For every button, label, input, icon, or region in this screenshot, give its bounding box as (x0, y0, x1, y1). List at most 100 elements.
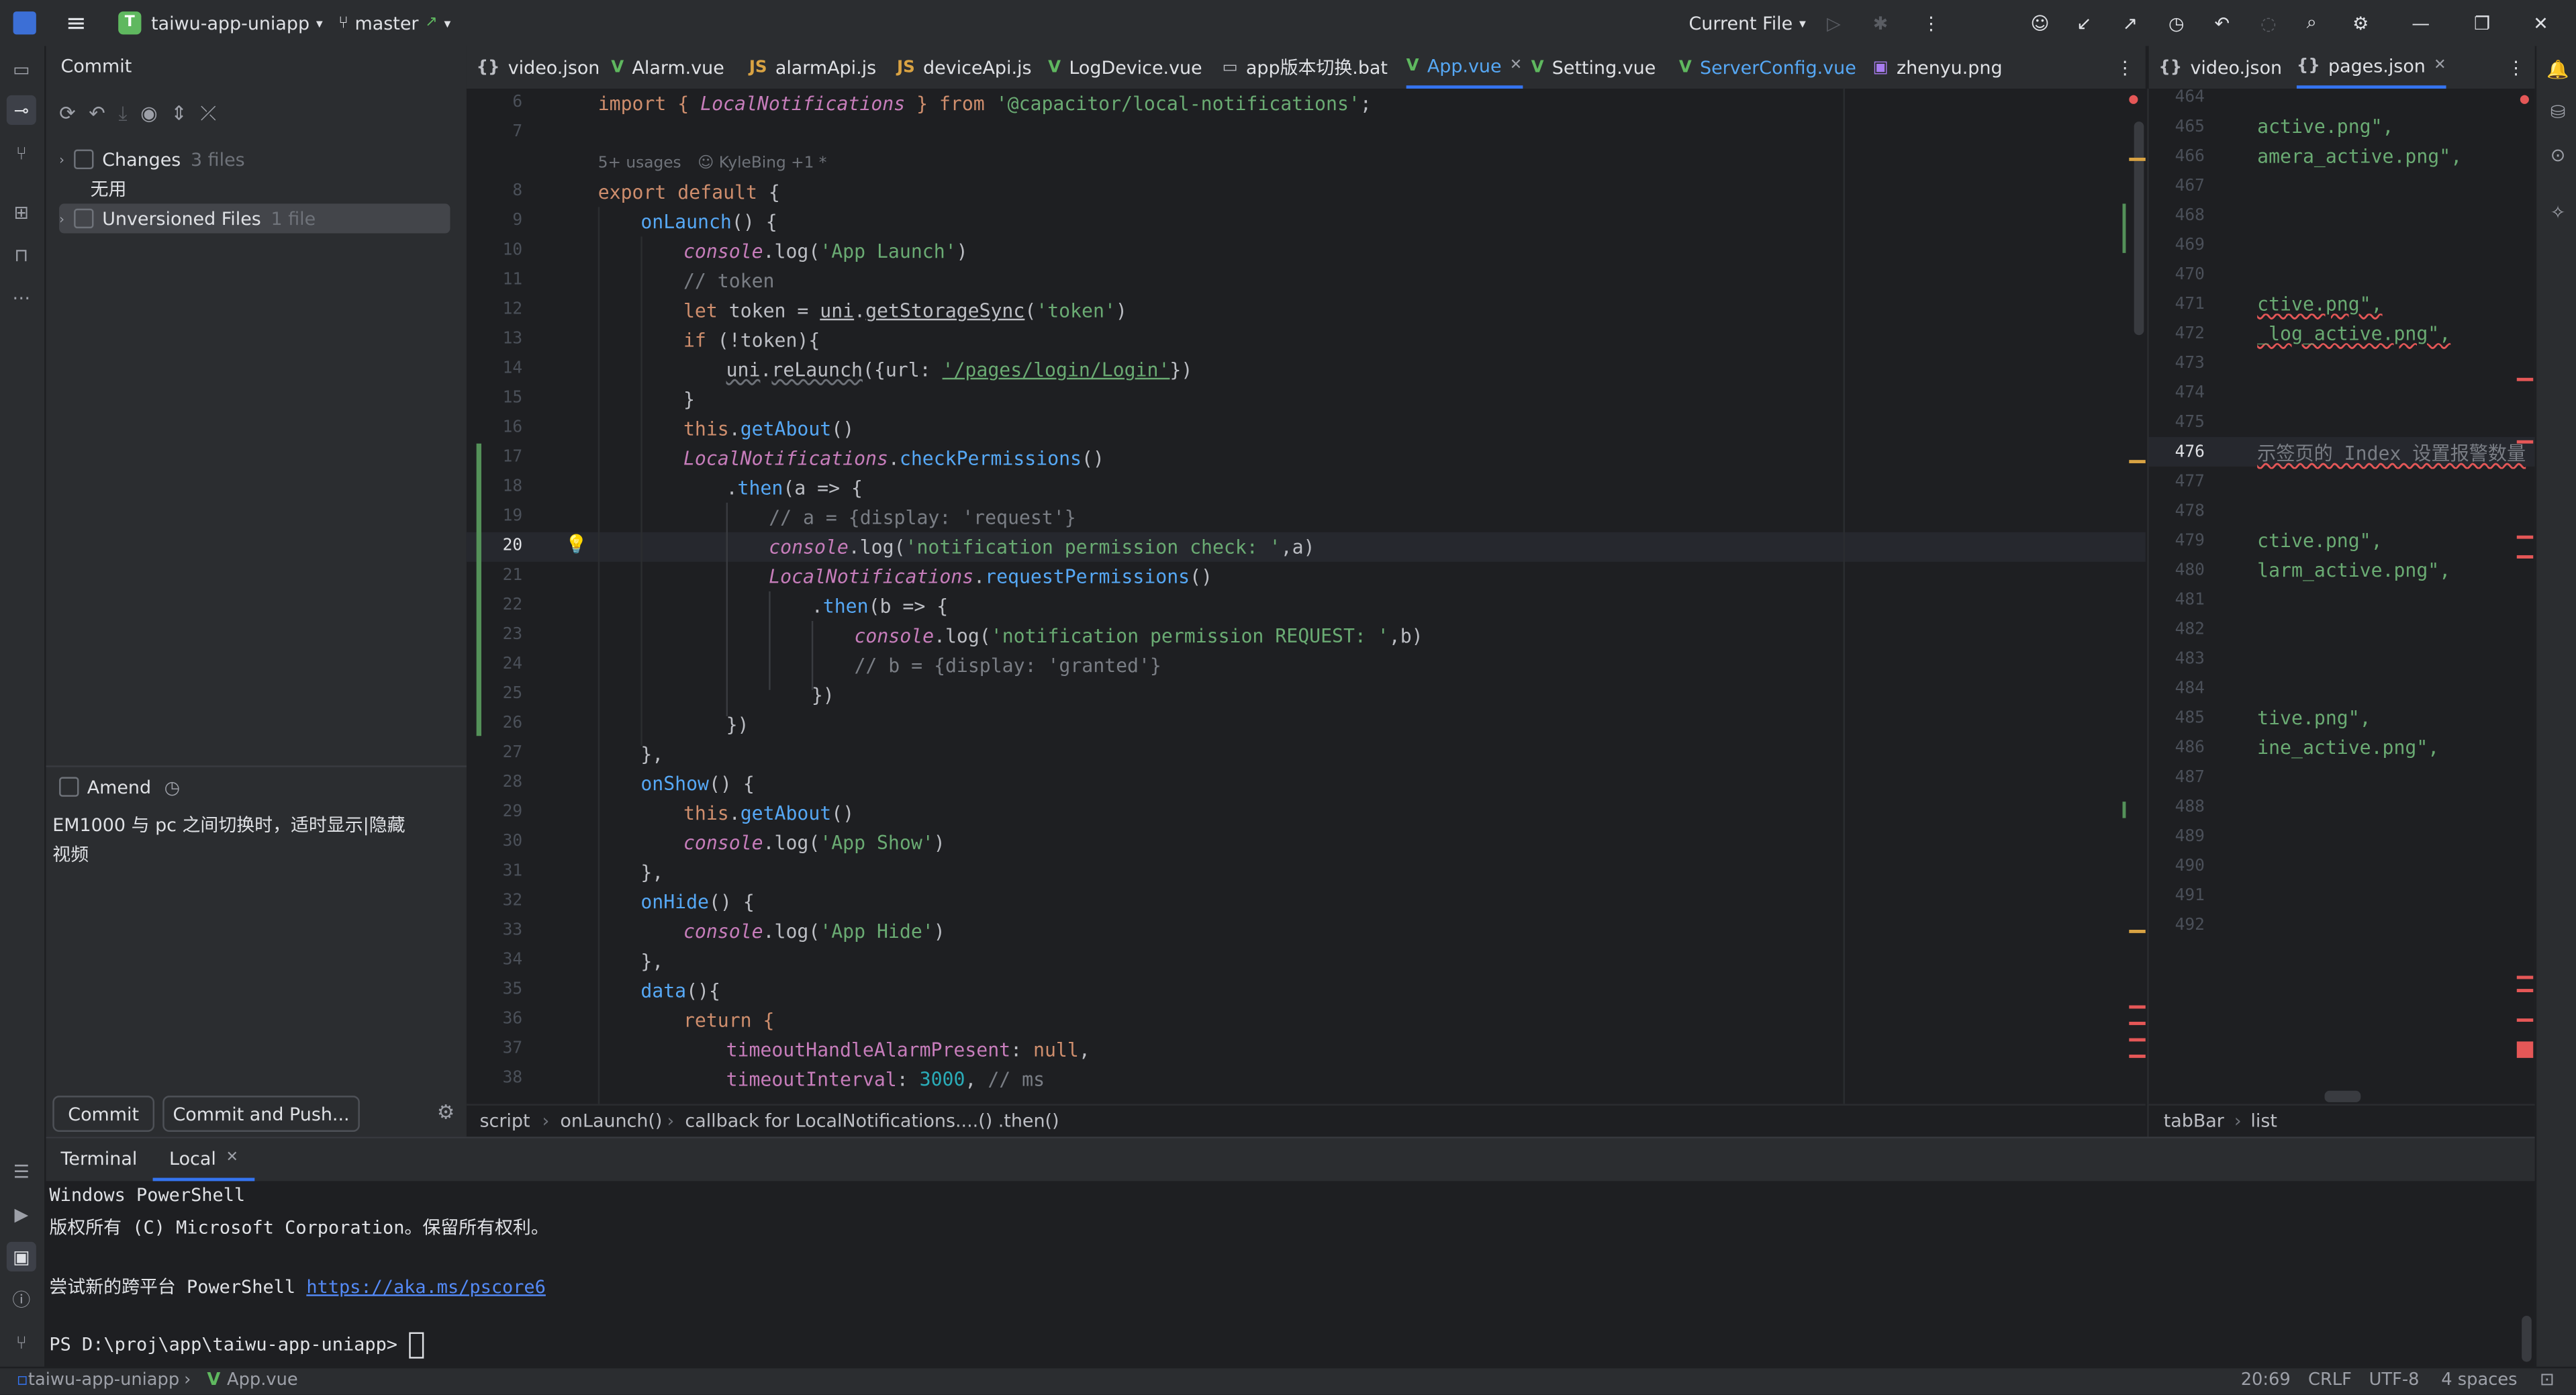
branch-selector[interactable]: ⑂ master ↗ ▾ (338, 0, 450, 46)
error-marker (2516, 1018, 2534, 1022)
vcs-update-icon[interactable]: ↙ (2077, 0, 2092, 46)
settings-gear-icon[interactable]: ⚙ (2352, 0, 2369, 46)
todo-icon[interactable]: ☰ (7, 1157, 36, 1186)
scrollbar-thumb[interactable] (2134, 122, 2144, 336)
run-config-selector[interactable]: Current File ▾ (1689, 0, 1806, 46)
tabs-more-icon[interactable]: ⋮ (2507, 46, 2525, 89)
ai-assistant-icon[interactable]: ✧ (2543, 197, 2573, 227)
amend-option[interactable]: Amend ◷ (59, 772, 180, 802)
tab-alarmapi-js[interactable]: JS alarmApi.js (749, 46, 876, 89)
more-icon[interactable]: ⋮ (1922, 0, 1940, 46)
breadcrumb-item[interactable]: tabBar (2164, 1110, 2224, 1132)
amend-checkbox[interactable] (59, 777, 79, 797)
tab-zhenyu-png[interactable]: ▣ zhenyu.png (1873, 46, 2003, 89)
tab-serverconfig-vue[interactable]: V ServerConfig.vue (1679, 46, 1856, 89)
status-file[interactable]: V App.vue (207, 1370, 297, 1390)
tab-setting-vue[interactable]: V Setting.vue (1531, 46, 1656, 89)
tab-bat-file[interactable]: ▭ app版本切换.bat (1223, 46, 1388, 89)
services-icon[interactable]: ▶ (7, 1199, 36, 1229)
cursor-position[interactable]: 20:69 (2241, 1370, 2291, 1390)
tab-deviceapi-js[interactable]: JS deviceApi.js (897, 46, 1031, 89)
terminal-icon[interactable]: ▣ (6, 1241, 36, 1271)
error-indicator-icon[interactable]: ● (2129, 92, 2138, 108)
app-logo-icon[interactable] (13, 0, 36, 46)
tab-app-vue[interactable]: V App.vue ✕ (1406, 46, 1523, 89)
tab-label: video.json (508, 56, 600, 79)
problems-icon[interactable]: ⓘ (7, 1285, 36, 1314)
commit-and-push-button[interactable]: Commit and Push... (162, 1096, 360, 1132)
code-editor-right[interactable]: 464 465 466 467 468 469 470 471 472 473 … (2147, 89, 2537, 1104)
history-icon[interactable]: ◷ (2168, 0, 2185, 46)
lock-icon[interactable]: ⊡ (2540, 1370, 2555, 1390)
pull-requests-icon[interactable]: ⑂ (7, 138, 36, 168)
main-menu-icon[interactable]: ≡ (66, 0, 87, 46)
error-indicator-icon[interactable]: ● (2520, 92, 2529, 108)
close-icon[interactable]: ✕ (226, 1150, 238, 1166)
inlay-hint[interactable]: 5+ usages ☺ KyleBing +1 * (598, 154, 827, 173)
minimize-icon[interactable]: — (2412, 0, 2430, 46)
changes-group[interactable]: › Changes 3 files (59, 144, 245, 174)
changelist-item[interactable]: 无用 (91, 174, 127, 203)
unversioned-files-group[interactable]: › Unversioned Files 1 file (59, 203, 450, 234)
tab-pages-json[interactable]: {} pages.json ✕ (2296, 46, 2446, 89)
horizontal-scrollbar-thumb[interactable] (2324, 1090, 2361, 1102)
tabs-more-icon[interactable]: ⋮ (2116, 46, 2134, 89)
structure-icon[interactable]: ⊞ (7, 197, 36, 227)
commit-message-input[interactable]: EM1000 与 pc 之间切换时，适时显示|隐藏 视频 (52, 812, 446, 871)
more-tools-icon[interactable]: ⋯ (7, 283, 36, 312)
status-project[interactable]: ▫taiwu-app-uniapp (16, 1370, 179, 1390)
close-icon[interactable]: ✕ (1510, 58, 1522, 74)
tab-video-json[interactable]: {} video.json (2158, 46, 2282, 89)
changes-checkbox[interactable] (74, 149, 94, 170)
terminal-scrollbar-thumb[interactable] (2522, 1316, 2532, 1362)
commit-button[interactable]: Commit (52, 1096, 155, 1132)
vcs-push-icon[interactable]: ↗ (2123, 0, 2138, 46)
vertical-scrollbar[interactable] (2132, 89, 2146, 1104)
close-icon[interactable]: ✕ (2434, 58, 2446, 74)
unversioned-checkbox[interactable] (74, 208, 94, 229)
breadcrumb-item[interactable]: callback for LocalNotifications....() .t… (685, 1110, 1059, 1132)
terminal-output[interactable]: Windows PowerShell 版权所有 (C) Microsoft Co… (46, 1181, 2511, 1368)
breadcrumb-item[interactable]: onLaunch() (560, 1110, 662, 1132)
refresh-icon[interactable]: ⟳ (59, 102, 76, 127)
lightbulb-icon[interactable]: 💡 (565, 534, 588, 555)
tab-video-json[interactable]: {} video.json (477, 46, 600, 89)
line-ending[interactable]: CRLF (2308, 1370, 2352, 1390)
project-folder-icon[interactable]: ▭ (7, 54, 36, 84)
show-diff-eye-icon[interactable]: ◉ (140, 102, 158, 127)
bookmarks-icon[interactable]: ⊓ (7, 240, 36, 269)
file-encoding[interactable]: UTF-8 (2369, 1370, 2420, 1390)
tab-logdevice-vue[interactable]: V LogDevice.vue (1048, 46, 1202, 89)
commit-settings-gear-icon[interactable]: ⚙ (437, 1100, 455, 1123)
expand-all-icon[interactable]: ⇕ (171, 102, 187, 127)
tab-alarm-vue[interactable]: V Alarm.vue (611, 46, 724, 89)
user-icon[interactable]: ☺ (2030, 0, 2049, 46)
close-window-icon[interactable]: ✕ (2533, 0, 2548, 46)
chevron-right-icon[interactable]: › (59, 152, 64, 166)
restore-icon[interactable]: ❐ (2474, 0, 2490, 46)
history-icon[interactable]: ◷ (164, 776, 181, 798)
rollback-icon[interactable]: ↶ (89, 102, 105, 127)
run-icon[interactable]: ▷ (1827, 0, 1841, 46)
commit-tool-icon[interactable]: ⊸ (6, 95, 36, 125)
search-icon[interactable]: ⌕ (2307, 0, 2317, 46)
tab-terminal-local[interactable]: Local ✕ (152, 1139, 255, 1182)
remote-icon[interactable]: ⊙ (2543, 140, 2573, 169)
terminal-link[interactable]: https://aka.ms/pscore6 (306, 1276, 546, 1298)
ai-icon[interactable]: ◌ (2260, 0, 2277, 46)
collapse-all-icon[interactable]: ⤫ (200, 102, 216, 127)
code-editor[interactable]: 6 7 8 9 10 11 12 13 14 15 16 17 18 19 20… (466, 89, 2146, 1104)
debug-icon[interactable]: ✱ (1873, 0, 1889, 46)
database-icon[interactable]: ⛁ (2543, 97, 2573, 126)
rollback-icon[interactable]: ↶ (2215, 0, 2230, 46)
line-number: 6 (512, 93, 523, 112)
download-icon[interactable]: ⤓ (118, 102, 127, 127)
breadcrumb-item[interactable]: script (480, 1110, 530, 1132)
notifications-icon[interactable]: 🔔 (2543, 54, 2573, 84)
project-selector[interactable]: T taiwu-app-uniapp ▾ (118, 0, 323, 46)
chevron-right-icon[interactable]: › (59, 211, 64, 226)
breadcrumb-item[interactable]: list (2250, 1110, 2277, 1132)
git-icon[interactable]: ⑂ (7, 1327, 36, 1357)
indent-setting[interactable]: 4 spaces (2441, 1370, 2517, 1390)
terminal-prompt-line[interactable]: PS D:\proj\app\taiwu-app-uniapp> (49, 1332, 424, 1359)
